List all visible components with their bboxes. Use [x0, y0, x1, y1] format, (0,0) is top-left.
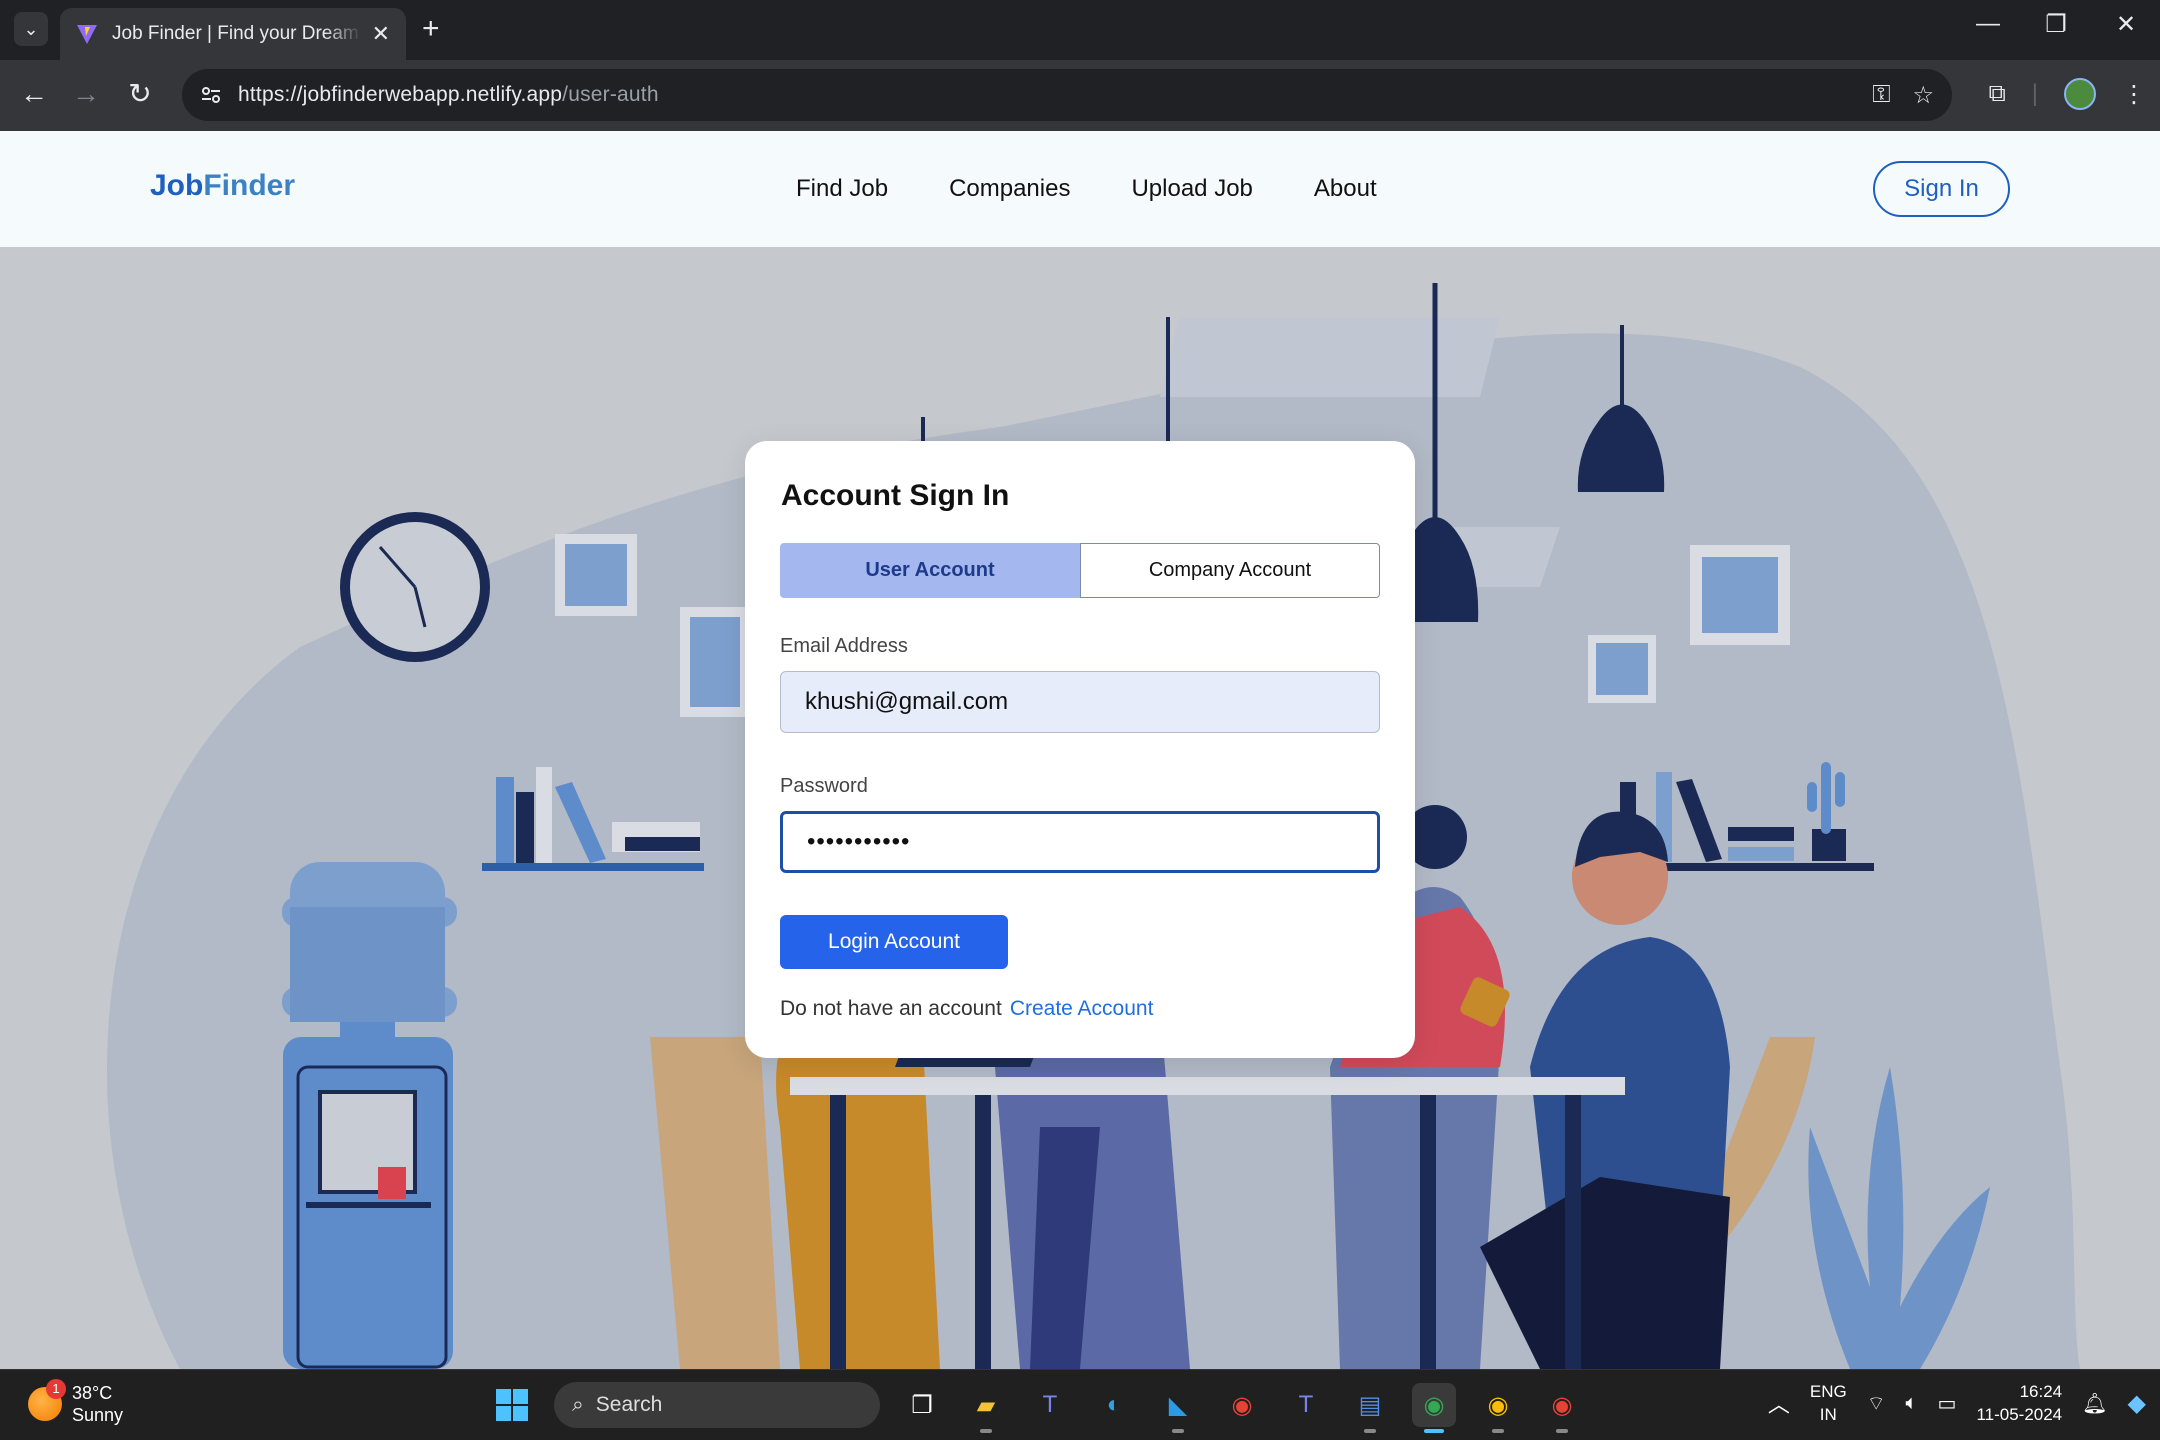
chrome-profile-1-icon[interactable]: ◉ [1412, 1383, 1456, 1433]
toolbar-actions: ⧉ | ⋮ [1989, 78, 2146, 110]
notification-bell-icon[interactable]: 🔔︎ [2082, 1391, 2107, 1416]
clock-date: 11-05-2024 [1976, 1405, 2063, 1424]
card-title: Account Sign In [781, 479, 1010, 512]
menu-kebab-icon[interactable]: ⋮ [2122, 80, 2146, 109]
tab-close-icon[interactable]: ✕ [372, 21, 390, 47]
email-field[interactable] [780, 671, 1380, 733]
lang-code: ENG [1809, 1382, 1847, 1401]
chrome-profile-2-icon[interactable]: ◉ [1476, 1383, 1520, 1433]
file-explorer-icon[interactable]: ▰ [964, 1383, 1008, 1433]
new-tab-icon[interactable]: + [422, 14, 440, 44]
weather-condition: Sunny [72, 1405, 124, 1425]
url-text: https://jobfinderwebapp.netlify.app/user… [238, 83, 659, 107]
extensions-icon[interactable]: ⧉ [1989, 80, 2006, 108]
copilot-icon[interactable]: ◆ [2128, 1389, 2146, 1418]
browser-tab[interactable]: Job Finder | Find your Dream Jo ✕ [60, 8, 406, 60]
water-cooler [282, 862, 457, 1369]
nav-about[interactable]: About [1314, 175, 1377, 203]
site-logo[interactable]: JobFinder [150, 169, 295, 203]
tab-title: Job Finder | Find your Dream Jo [112, 23, 362, 44]
address-bar[interactable]: https://jobfinderwebapp.netlify.app/user… [182, 69, 1952, 121]
chrome-profile-3-icon[interactable]: ◉ [1540, 1383, 1584, 1433]
nav-upload-job[interactable]: Upload Job [1131, 175, 1252, 203]
url-host: https://jobfinderwebapp.netlify.app [238, 83, 563, 106]
teams-work-icon[interactable]: T [1284, 1383, 1328, 1427]
sun-icon: 1 [28, 1379, 66, 1421]
windows-taskbar: 1 38°C Sunny ⌕ Search ❐ ▰ T ◐ ◣ ◉ T ▤ ◉ … [0, 1369, 2160, 1440]
password-key-icon[interactable]: ⚿ [1872, 81, 1890, 110]
forward-icon[interactable]: → [66, 76, 106, 112]
vscode-icon[interactable]: ◣ [1156, 1383, 1200, 1433]
restore-icon[interactable]: ❐ [2036, 10, 2076, 39]
notepad-icon[interactable]: ▤ [1348, 1383, 1392, 1433]
site-header: JobFinder Find Job Companies Upload Job … [0, 131, 2160, 247]
minimize-icon[interactable]: — [1968, 10, 2008, 38]
signin-card: Account Sign In User Account Company Acc… [745, 441, 1415, 1058]
taskbar-search[interactable]: ⌕ Search [554, 1382, 880, 1428]
account-type-tabs: User Account Company Account [780, 543, 1380, 598]
chrome-icon[interactable]: ◉ [1220, 1383, 1264, 1427]
weather-widget[interactable]: 1 38°C Sunny [28, 1379, 124, 1426]
url-path: /user-auth [562, 83, 659, 106]
password-label: Password [780, 775, 868, 797]
volume-icon[interactable]: 🔈︎ [1906, 1392, 1918, 1415]
battery-icon[interactable]: ▭ [1938, 1391, 1957, 1416]
web-page: JobFinder Find Job Companies Upload Job … [0, 131, 2160, 1369]
teams-icon[interactable]: T [1028, 1383, 1072, 1427]
create-account-link[interactable]: Create Account [1010, 997, 1154, 1020]
start-windows-icon[interactable] [490, 1383, 534, 1427]
nav-companies[interactable]: Companies [949, 175, 1070, 203]
show-hidden-icons-icon[interactable]: ︿ [1768, 1387, 1790, 1419]
email-label: Email Address [780, 635, 908, 657]
language-indicator[interactable]: ENG IN [1810, 1380, 1847, 1426]
main-nav: Find Job Companies Upload Job About [796, 175, 1377, 203]
wall-clock [340, 512, 490, 662]
toolbar-divider: | [2031, 80, 2038, 107]
reload-icon[interactable]: ↻ [120, 76, 160, 112]
site-info-icon[interactable] [200, 84, 222, 106]
clock-time: 16:24 [2019, 1382, 2063, 1401]
close-window-icon[interactable]: ✕ [2106, 10, 2146, 39]
logo-part2: Finder [203, 169, 296, 202]
system-tray: ︿ ENG IN ⌔ 🔈︎ ▭ 16:24 11-05-2024 🔔︎ ◆ [1768, 1380, 2146, 1426]
vite-favicon-icon [77, 25, 97, 44]
header-signin-button[interactable]: Sign In [1873, 161, 2010, 217]
search-icon: ⌕ [572, 1393, 584, 1416]
omnibox-actions: ⚿ ☆ [1872, 81, 1934, 110]
bookmark-star-icon[interactable]: ☆ [1912, 81, 1934, 110]
lang-region: IN [1819, 1405, 1837, 1424]
wifi-icon[interactable]: ⌔ [1867, 1391, 1886, 1416]
logo-part1: Job [150, 169, 204, 202]
tab-search-icon[interactable]: ⌄ [14, 12, 48, 46]
password-field[interactable] [780, 811, 1380, 873]
tab-user-account[interactable]: User Account [780, 543, 1080, 598]
task-view-icon[interactable]: ❐ [900, 1383, 944, 1427]
browser-toolbar: ← → ↻ https://jobfinderwebapp.netlify.ap… [0, 60, 2160, 131]
signup-row: Do not have an account Create Account [780, 997, 1153, 1021]
tab-company-account[interactable]: Company Account [1080, 543, 1380, 598]
browser-tab-bar: ⌄ Job Finder | Find your Dream Jo ✕ + — … [0, 0, 2160, 60]
taskbar-apps: ⌕ Search ❐ ▰ T ◐ ◣ ◉ T ▤ ◉ ◉ ◉ [490, 1382, 1584, 1433]
back-icon[interactable]: ← [14, 76, 54, 112]
profile-avatar[interactable] [2064, 78, 2096, 110]
login-button[interactable]: Login Account [780, 915, 1008, 969]
weather-badge: 1 [46, 1379, 66, 1399]
search-label: Search [595, 1393, 663, 1416]
edge-icon[interactable]: ◐ [1092, 1383, 1136, 1427]
weather-temp: 38°C [72, 1383, 113, 1403]
clock[interactable]: 16:24 11-05-2024 [1976, 1380, 2062, 1426]
nav-find-job[interactable]: Find Job [796, 175, 888, 203]
signup-prompt: Do not have an account [780, 997, 1002, 1020]
